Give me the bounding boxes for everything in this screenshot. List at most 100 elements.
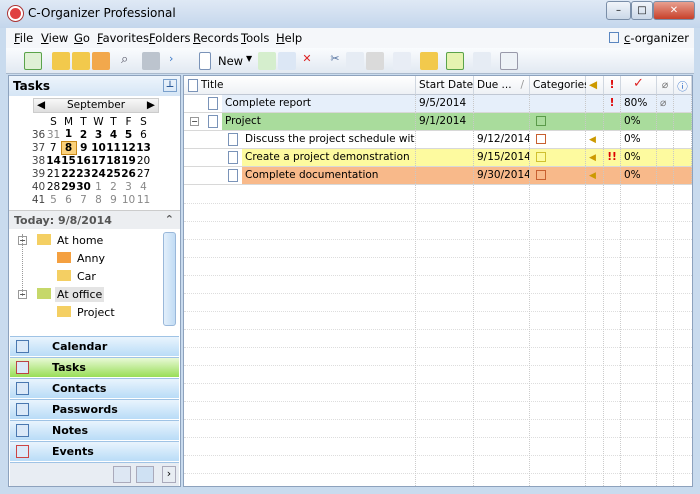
new-dropdown-arrow[interactable]: ▼ [246,54,252,63]
calendar-day[interactable]: 30 [76,180,91,193]
collapse-toggle[interactable]: − [190,117,199,126]
calendar-day[interactable]: 12 [121,141,136,154]
edit-folder-button[interactable] [72,52,90,70]
mark-complete-button[interactable] [393,52,411,70]
calendar-day[interactable]: 2 [76,128,91,141]
print-button[interactable] [142,52,160,70]
calendar-day[interactable]: 29 [61,180,76,193]
task-title[interactable]: Project [222,113,416,130]
calendar-day[interactable]: 18 [106,154,121,167]
delete-button[interactable]: ✕ [298,52,316,70]
cut-icon[interactable]: ✂ [326,52,344,70]
nav-events[interactable]: Events [10,441,179,461]
menu-folders[interactable]: Folders [149,31,191,45]
calendar-day[interactable]: 31 [46,128,61,141]
columns-button[interactable] [500,52,518,70]
table-row[interactable]: Discuss the project schedule with my... 9… [184,131,692,149]
task-title[interactable]: Create a project demonstration [242,149,416,166]
calendar-day[interactable]: 22 [61,167,76,180]
collapse-toggle[interactable]: − [18,236,27,245]
edit-button[interactable] [278,52,296,70]
table-row[interactable]: Complete report 9/5/2014! 80% ⌀ [184,95,692,113]
new-folder-button[interactable] [52,52,70,70]
copy-button[interactable] [346,52,364,70]
calendar-day[interactable]: 19 [121,154,136,167]
calendar-day[interactable]: 1 [61,128,76,141]
close-button[interactable]: ✕ [653,1,695,20]
calendar-day[interactable]: 10 [91,141,106,154]
calendar-day[interactable]: 25 [106,167,121,180]
calendar-day[interactable]: 21 [46,167,61,180]
calendar-day[interactable]: 3 [91,128,106,141]
more-chevron-icon[interactable]: › [162,466,176,483]
column-attachment-icon[interactable]: ⌀ [657,76,674,95]
calendar-day[interactable]: 9 [106,193,121,206]
calendar-day[interactable]: 5 [121,128,136,141]
calendar-day[interactable]: 4 [136,180,151,193]
table-row[interactable]: Create a project demonstration 9/15/2014 ◀… [184,149,692,167]
calendar-shortcut-button[interactable] [113,466,131,483]
calendar-day[interactable]: 11 [106,141,121,154]
nav-tasks[interactable]: Tasks [10,357,179,377]
tree-scrollbar[interactable] [163,232,176,326]
calendar-day[interactable]: 5 [46,193,61,206]
pin-icon[interactable]: ⊥ [163,79,177,92]
search-icon[interactable]: ⌕ [121,52,139,70]
calendar-day[interactable]: 24 [91,167,106,180]
calendar-day[interactable]: 20 [136,154,151,167]
menu-records[interactable]: Records [193,31,239,45]
calendar-day[interactable]: 11 [136,193,151,206]
add-subtask-button[interactable] [258,52,276,70]
calendar-day[interactable]: 1 [91,180,106,193]
column-categories[interactable]: Categories [530,76,590,95]
filter-button[interactable] [473,52,491,70]
table-row[interactable]: Complete documentation 9/30/2014 ◀ 0% [184,167,692,185]
column-start-date[interactable]: Start Date [416,76,474,95]
notes-shortcut-button[interactable] [136,466,154,483]
task-title[interactable]: Complete documentation [242,167,416,184]
nav-contacts[interactable]: Contacts [10,378,179,398]
column-priority-icon[interactable]: ! [604,76,621,95]
calendar-day[interactable]: 27 [136,167,151,180]
column-due-date[interactable]: Due ... / [474,76,530,95]
task-title[interactable]: Discuss the project schedule with my... [242,131,416,148]
calendar-day[interactable]: 7 [46,141,61,154]
note-button[interactable] [420,52,438,70]
calendar-day[interactable]: 6 [136,128,151,141]
category-box[interactable] [536,116,546,126]
menu-favorites[interactable]: Favorites [97,31,149,45]
calendar-day[interactable]: 17 [91,154,106,167]
task-title[interactable]: Complete report [222,95,416,112]
paste-button[interactable] [366,52,384,70]
calendar-day[interactable]: 3 [121,180,136,193]
folder-car[interactable]: Car [77,270,96,283]
view-toggle-button[interactable] [24,52,42,70]
collapse-toggle[interactable]: − [18,290,27,299]
folder-at-home[interactable]: At home [57,234,103,247]
minimize-button[interactable]: – [606,1,631,20]
calendar-day[interactable]: 16 [76,154,91,167]
calendar-day[interactable]: 4 [106,128,121,141]
maximize-button[interactable]: □ [631,1,653,20]
menu-help[interactable]: Help [276,31,302,45]
calendar-day[interactable]: 23 [76,167,91,180]
category-box[interactable] [536,134,546,144]
menu-view[interactable]: View [41,31,68,45]
menu-file[interactable]: File [14,31,33,45]
folder-at-office[interactable]: At office [55,287,105,302]
calendar-day[interactable]: 6 [61,193,76,206]
calendar-day[interactable]: 8 [60,140,77,155]
column-reminder-icon[interactable]: ◀ [586,76,604,95]
calendar-day[interactable]: 28 [46,180,61,193]
folder-anny[interactable]: Anny [77,252,105,265]
calendar-day[interactable]: 13 [136,141,151,154]
new-button[interactable]: New [218,54,243,68]
nav-notes[interactable]: Notes [10,420,179,440]
calendar-day[interactable]: 2 [106,180,121,193]
category-box[interactable] [536,152,546,162]
calendar-day[interactable]: 9 [76,141,91,154]
menu-go[interactable]: Go [74,31,90,45]
calendar-day[interactable]: 15 [61,154,76,167]
column-title[interactable]: Title [184,76,416,95]
folder-project[interactable]: Project [77,306,115,319]
